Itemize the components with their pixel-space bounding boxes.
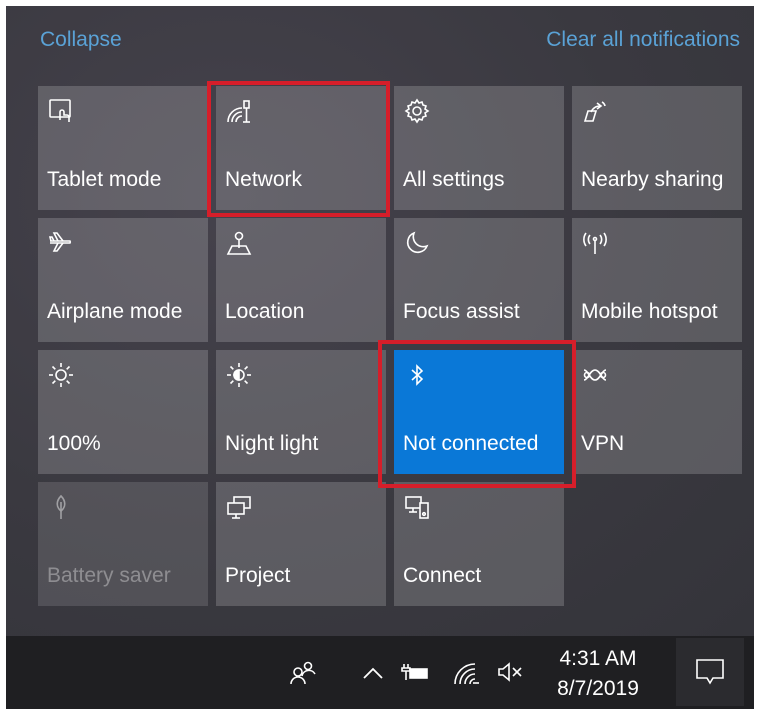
tile-label: Mobile hotspot xyxy=(581,300,718,323)
clock-date: 8/7/2019 xyxy=(557,677,639,700)
chevron-up-icon[interactable] xyxy=(358,658,388,686)
tile-label: Not connected xyxy=(403,432,539,455)
connect-icon xyxy=(404,494,430,520)
tile-focus-assist[interactable]: Focus assist xyxy=(394,218,564,342)
action-center-button[interactable] xyxy=(676,638,744,706)
tile-connect[interactable]: Connect xyxy=(394,482,564,606)
tile-label: Tablet mode xyxy=(47,168,162,191)
location-icon xyxy=(226,230,252,256)
night-light-icon xyxy=(226,362,252,388)
tile-vpn[interactable]: VPN xyxy=(572,350,742,474)
tile-nearby-sharing[interactable]: Nearby sharing xyxy=(572,86,742,210)
network-icon xyxy=(226,98,252,124)
tile-battery-saver[interactable]: Battery saver xyxy=(38,482,208,606)
battery-icon[interactable] xyxy=(400,658,430,686)
action-center-panel: Collapse Clear all notifications Tablet … xyxy=(6,6,754,636)
tile-label: Connect xyxy=(403,564,482,587)
battery-saver-icon xyxy=(48,494,74,520)
tile-tablet-mode[interactable]: Tablet mode xyxy=(38,86,208,210)
tile-label: All settings xyxy=(403,168,505,191)
clock-time: 4:31 AM xyxy=(559,647,637,670)
notification-icon xyxy=(696,659,724,685)
tile-airplane-mode[interactable]: Airplane mode xyxy=(38,218,208,342)
hotspot-icon xyxy=(582,230,608,256)
nearby-sharing-icon xyxy=(582,98,608,124)
tile-label: Project xyxy=(225,564,291,587)
tile-label: Night light xyxy=(225,432,319,455)
vpn-icon xyxy=(582,362,608,388)
brightness-icon xyxy=(48,362,74,388)
tile-project[interactable]: Project xyxy=(216,482,386,606)
tile-label: Focus assist xyxy=(403,300,520,323)
tablet-mode-icon xyxy=(48,98,74,124)
tile-label: Airplane mode xyxy=(47,300,183,323)
clock[interactable]: 4:31 AM 8/7/2019 xyxy=(550,644,646,704)
taskbar: 4:31 AM 8/7/2019 xyxy=(6,636,754,709)
tile-label: VPN xyxy=(581,432,625,455)
airplane-icon xyxy=(48,230,74,256)
tile-label: Battery saver xyxy=(47,564,171,587)
project-icon xyxy=(226,494,252,520)
tile-label: Network xyxy=(225,168,303,191)
bluetooth-icon xyxy=(404,362,430,388)
tile-label: 100% xyxy=(47,432,101,455)
tile-night-light[interactable]: Night light xyxy=(216,350,386,474)
tile-network[interactable]: Network xyxy=(216,86,386,210)
volume-muted-icon[interactable] xyxy=(496,658,526,686)
people-icon[interactable] xyxy=(288,658,318,686)
tile-mobile-hotspot[interactable]: Mobile hotspot xyxy=(572,218,742,342)
tile-label: Location xyxy=(225,300,305,323)
tile-brightness[interactable]: 100% xyxy=(38,350,208,474)
wifi-icon[interactable] xyxy=(452,658,482,686)
tile-location[interactable]: Location xyxy=(216,218,386,342)
moon-icon xyxy=(404,230,430,256)
gear-icon xyxy=(404,98,430,124)
collapse-link[interactable]: Collapse xyxy=(40,28,122,52)
tile-label: Nearby sharing xyxy=(581,168,724,191)
clear-all-notifications-link[interactable]: Clear all notifications xyxy=(546,28,740,52)
tile-all-settings[interactable]: All settings xyxy=(394,86,564,210)
tile-bluetooth[interactable]: Not connected xyxy=(394,350,564,474)
